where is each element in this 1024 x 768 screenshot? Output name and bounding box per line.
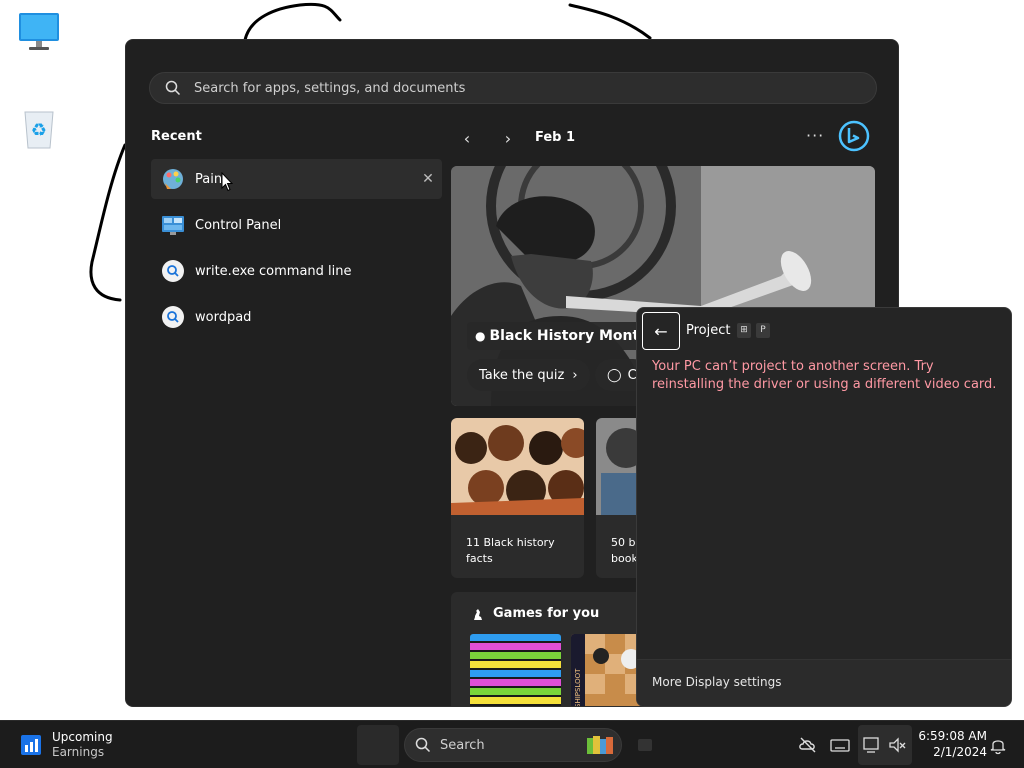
clock-date: 2/1/2024: [933, 745, 987, 759]
recent-item-label: Control Panel: [195, 217, 282, 233]
network-icon: [863, 737, 879, 753]
widget-text: Upcoming Earnings: [52, 730, 113, 760]
remove-recent-icon[interactable]: ✕: [420, 171, 436, 187]
paint-icon: [160, 166, 186, 192]
search-placeholder: Search for apps, settings, and documents: [194, 80, 466, 96]
widget-title: Upcoming: [52, 730, 113, 744]
card-title: 11 Black history facts: [451, 519, 584, 567]
start-search-box[interactable]: Search for apps, settings, and documents: [149, 72, 877, 104]
more-display-settings-link[interactable]: More Display settings: [637, 659, 1011, 706]
card-image: [451, 418, 584, 515]
shortcut-key-p: P: [756, 323, 770, 338]
game-tile[interactable]: [470, 634, 561, 706]
take-quiz-button[interactable]: Take the quiz ›: [467, 359, 590, 391]
recent-heading: Recent: [151, 129, 202, 144]
search-icon: [415, 737, 431, 753]
mouse-cursor-icon: [221, 172, 233, 192]
recent-item-paint[interactable]: Pain ✕: [151, 159, 442, 199]
search-icon: [165, 80, 181, 96]
widget-subtitle: Earnings: [52, 745, 105, 759]
search-icon: [160, 304, 186, 330]
windows-key-icon: ⊞: [737, 323, 751, 338]
take-quiz-label: Take the quiz: [479, 367, 565, 383]
previous-arrow-icon[interactable]: ‹: [457, 129, 477, 149]
chess-icon: [474, 608, 482, 620]
game-tile-text: SHIPSLOOT: [574, 668, 582, 707]
recent-item-control-panel[interactable]: Control Panel: [151, 205, 442, 245]
volume-muted-icon: [889, 737, 906, 753]
recent-item-label: Pain: [195, 171, 223, 187]
onedrive-offline-icon[interactable]: [798, 735, 818, 755]
taskbar-search-box[interactable]: Search: [404, 728, 622, 762]
taskbar-app-icon[interactable]: [638, 739, 652, 751]
widgets-button[interactable]: Upcoming Earnings: [20, 730, 113, 760]
svg-text:♻: ♻: [31, 120, 47, 141]
project-title: Project: [686, 323, 731, 338]
more-options-icon[interactable]: ···: [806, 126, 824, 145]
card-title-line: 11 Black history: [466, 536, 555, 549]
games-title: Games for you: [493, 606, 600, 621]
next-arrow-icon[interactable]: ›: [498, 129, 518, 149]
start-button[interactable]: [357, 725, 399, 765]
feed-date: Feb 1: [535, 130, 576, 145]
stocks-icon: [21, 735, 41, 755]
search-highlight-icon: [587, 736, 613, 754]
search-icon: [160, 258, 186, 284]
card-title-line: facts: [466, 552, 493, 565]
recent-item-label: wordpad: [195, 309, 252, 325]
bing-chat-icon[interactable]: [838, 120, 870, 152]
keyboard-icon[interactable]: [830, 735, 850, 755]
system-clock[interactable]: 6:59:08 AM 2/1/2024: [915, 728, 987, 760]
clock-time: 6:59:08 AM: [918, 729, 987, 743]
feed-card[interactable]: 11 Black history facts: [451, 418, 584, 578]
notification-bell-icon[interactable]: [988, 735, 1008, 755]
project-error-message: Your PC can’t project to another screen.…: [652, 359, 997, 392]
chat-bubble-icon: ◯: [607, 367, 622, 383]
recent-item-write-search[interactable]: write.exe command line: [151, 251, 442, 291]
recent-item-wordpad-search[interactable]: wordpad: [151, 297, 442, 337]
location-pin-icon: ●: [475, 329, 486, 343]
game-tile-image: [470, 634, 561, 706]
taskbar: Upcoming Earnings Search 6:59:08 AM 2/1/…: [0, 720, 1024, 768]
back-arrow-icon[interactable]: ←: [642, 312, 680, 350]
this-pc-icon[interactable]: [17, 10, 61, 54]
hero-location-tag[interactable]: ● Black History Month: [467, 322, 658, 350]
project-flyout: ← Project ⊞ P Your PC can’t project to a…: [636, 307, 1012, 707]
recycle-bin-icon[interactable]: ♻: [17, 106, 61, 150]
hero-title: Black History Month: [489, 328, 650, 344]
taskbar-search-label: Search: [440, 737, 485, 753]
more-display-settings-label: More Display settings: [652, 675, 782, 689]
recent-item-label: write.exe command line: [195, 263, 352, 279]
recent-list: Pain ✕ Control Panel write.exe command l…: [151, 159, 442, 343]
games-header: Games for you: [471, 606, 599, 621]
chevron-right-icon: ›: [572, 367, 578, 383]
control-panel-icon: [160, 212, 186, 238]
